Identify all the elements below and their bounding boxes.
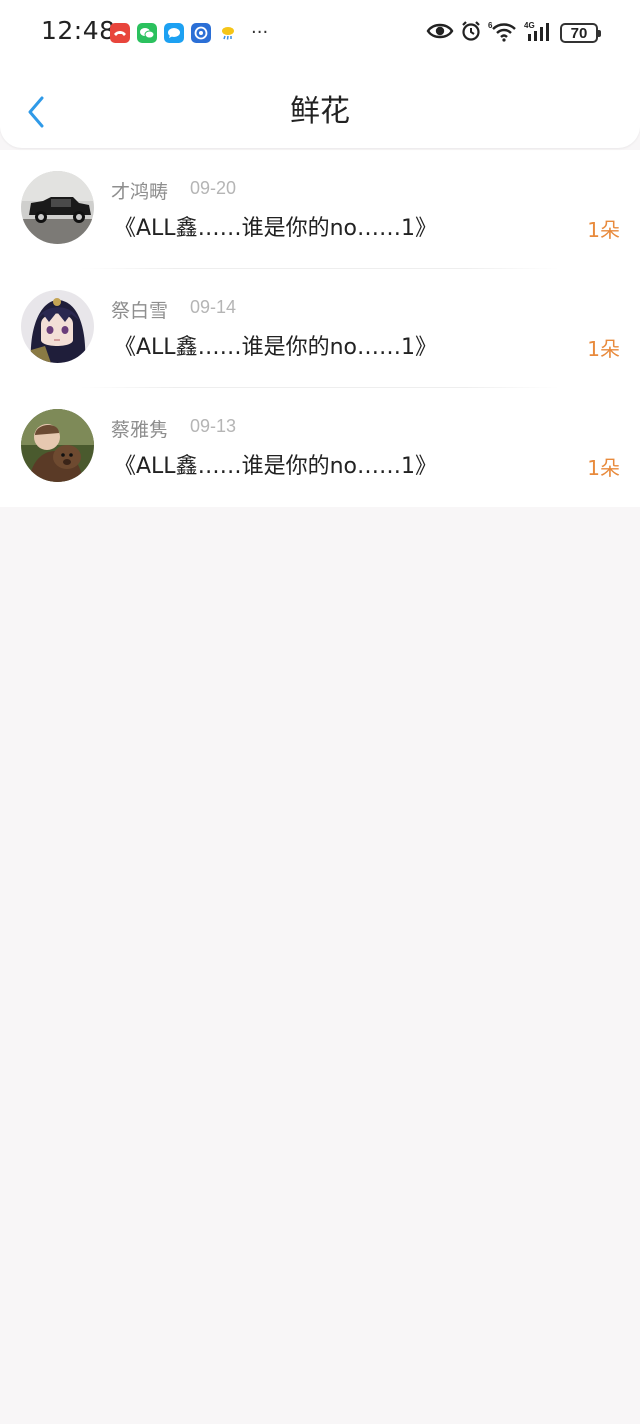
list-item[interactable]: 蔡雅隽 09-13 《ALL鑫……谁是你的no……1》 1朵 [0,388,640,507]
system-icons: 6 4G 70 [426,20,601,46]
notification-icons: ··· [110,23,268,43]
browser-icon [191,23,211,43]
list-item[interactable]: 才鸿畴 09-20 《ALL鑫……谁是你的no……1》 1朵 [0,150,640,269]
post-date: 09-14 [190,297,237,317]
alarm-icon [460,20,482,46]
top-bar: 12:48 ··· 6 4G 70 鲜花 [0,0,640,148]
user-name[interactable]: 才鸿畴 [111,177,168,204]
post-title[interactable]: 《ALL鑫……谁是你的no……1》 [114,329,437,361]
wifi-icon: 6 [488,20,518,46]
missed-call-icon [110,23,130,43]
flower-count: 1朵 [587,218,620,242]
battery-indicator: 70 [560,23,601,43]
user-name[interactable]: 祭白雪 [111,296,168,323]
post-title[interactable]: 《ALL鑫……谁是你的no……1》 [114,210,437,242]
message-icon [164,23,184,43]
avatar[interactable] [21,171,94,244]
post-date: 09-20 [190,178,237,198]
wechat-icon [137,23,157,43]
post-title[interactable]: 《ALL鑫……谁是你的no……1》 [114,448,437,480]
page-title: 鲜花 [290,94,350,129]
status-bar: 12:48 ··· 6 4G 70 [0,0,640,66]
flower-count: 1朵 [587,456,620,480]
flower-list: 才鸿畴 09-20 《ALL鑫……谁是你的no……1》 1朵 祭白雪 09-14… [0,150,640,507]
more-notifications: ··· [251,22,269,43]
eye-icon [426,21,454,45]
avatar[interactable] [21,290,94,363]
post-date: 09-13 [190,416,237,436]
user-name[interactable]: 蔡雅隽 [111,415,168,442]
flower-count: 1朵 [587,337,620,361]
weather-icon [218,23,238,43]
list-item[interactable]: 祭白雪 09-14 《ALL鑫……谁是你的no……1》 1朵 [0,269,640,388]
svg-text:4G: 4G [524,21,535,30]
avatar[interactable] [21,409,94,482]
signal-icon: 4G [524,20,554,46]
svg-text:6: 6 [488,21,493,30]
status-time: 12:48 [41,16,116,45]
